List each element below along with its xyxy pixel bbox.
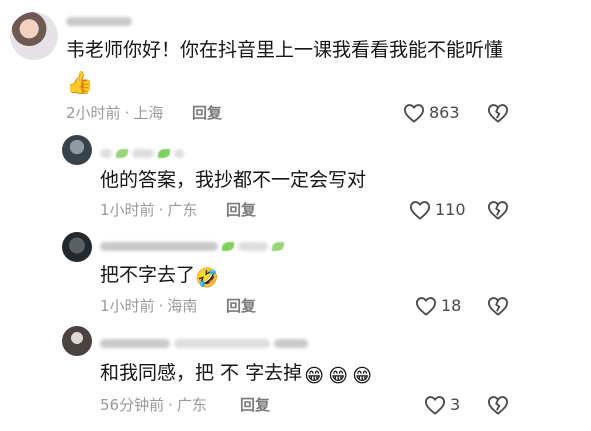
username-redacted[interactable] [66, 14, 132, 28]
reply-meta: 1小时前 · 广东 [100, 201, 197, 219]
thumbs-up-icon: 👍 [66, 71, 94, 96]
timestamp: 56分钟前 [100, 396, 165, 414]
separator: · [124, 104, 130, 122]
timestamp: 1小时前 [100, 297, 155, 315]
like-count: 110 [435, 200, 466, 219]
avatar[interactable] [62, 326, 92, 356]
broken-heart-icon [487, 104, 508, 123]
reply-button[interactable]: 回复 [226, 201, 256, 219]
reply-body: 把不字去了 [100, 264, 196, 286]
like-count: 18 [441, 296, 462, 315]
reply-meta: 1小时前 · 海南 [100, 297, 197, 315]
broken-heart-icon [487, 396, 508, 415]
heart-outline-icon [409, 201, 430, 220]
comment-emoji-line: 👍 [66, 69, 94, 96]
comment-text: 韦老师你好！你在抖音里上一课我看看我能不能听懂 [66, 38, 503, 62]
location: 广东 [167, 201, 198, 219]
like-button[interactable]: 110 [409, 200, 466, 220]
dislike-button[interactable] [487, 296, 509, 320]
avatar[interactable] [62, 232, 92, 262]
heart-outline-icon [424, 396, 445, 415]
comment-meta: 2小时前 · 上海 [66, 104, 163, 122]
broken-heart-icon [487, 201, 508, 220]
like-count: 3 [450, 395, 461, 414]
grinning-icon: 😁 [352, 365, 372, 387]
separator: · [158, 201, 164, 219]
dislike-button[interactable] [487, 103, 509, 127]
dislike-button[interactable] [487, 395, 509, 419]
rolling-laughing-icon: 🤣 [195, 267, 219, 289]
reply-body: 和我同感，把 不 字去掉 [100, 362, 303, 384]
username-redacted[interactable] [100, 239, 284, 253]
reply-button[interactable]: 回复 [240, 396, 270, 414]
location: 上海 [133, 104, 164, 122]
reply-text: 和我同感，把 不 字去掉 😁 😁 😁 [100, 361, 374, 388]
grinning-icon: 😁 [304, 365, 324, 387]
heart-outline-icon [403, 104, 424, 123]
avatar[interactable] [62, 135, 92, 165]
like-button[interactable]: 3 [424, 395, 460, 415]
reply-text: 他的答案，我抄都不一定会写对 [100, 169, 367, 191]
reply-text: 把不字去了🤣 [100, 263, 219, 290]
timestamp: 1小时前 [100, 201, 155, 219]
comment-thread: 韦老师你好！你在抖音里上一课我看看我能不能听懂 👍 2小时前 · 上海 回复 8… [0, 0, 591, 431]
reply-meta: 56分钟前 · 广东 [100, 396, 207, 414]
like-count: 863 [429, 103, 460, 122]
separator: · [168, 396, 173, 414]
comment-body: 韦老师你好！你在抖音里上一课我看看我能不能听懂 [66, 39, 504, 61]
avatar[interactable] [10, 12, 58, 60]
username-redacted[interactable] [100, 336, 308, 350]
location: 海南 [167, 297, 198, 315]
grinning-icon: 😁 [328, 365, 348, 387]
broken-heart-icon [487, 297, 508, 316]
like-button[interactable]: 18 [415, 296, 461, 316]
reply-button[interactable]: 回复 [226, 297, 256, 315]
username-redacted[interactable] [100, 146, 184, 160]
like-button[interactable]: 863 [403, 103, 460, 123]
timestamp: 2小时前 [66, 104, 121, 122]
dislike-button[interactable] [487, 200, 509, 224]
location: 广东 [176, 396, 207, 414]
separator: · [158, 297, 164, 315]
heart-outline-icon [415, 297, 436, 316]
reply-button[interactable]: 回复 [192, 104, 222, 122]
